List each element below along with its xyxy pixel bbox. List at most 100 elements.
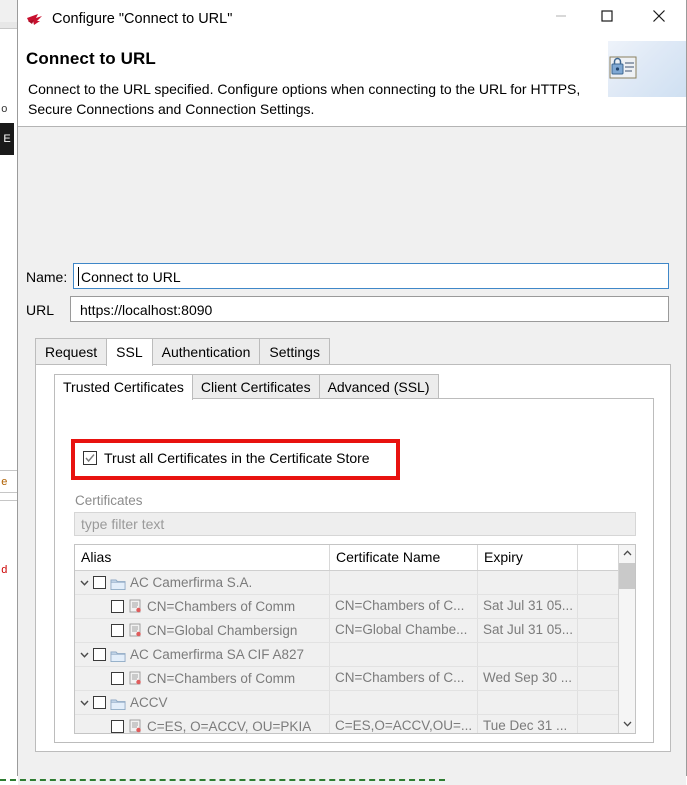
column-header-expiry[interactable]: Expiry <box>478 545 578 570</box>
cell-certificate-name: CN=Global Chambe... <box>330 619 478 642</box>
row-checkbox[interactable] <box>111 624 124 637</box>
trust-all-checkbox[interactable] <box>83 451 97 465</box>
cell-certificate-name: CN=Chambers of C... <box>330 595 478 618</box>
tab-request[interactable]: Request <box>35 338 108 365</box>
cell-alias: CN=Chambers of Comm <box>75 595 330 618</box>
certificates-vertical-scrollbar[interactable] <box>618 545 635 733</box>
tab-client-certificates[interactable]: Client Certificates <box>191 374 320 399</box>
text-caret <box>78 267 79 286</box>
name-input-value: Connect to URL <box>81 269 181 285</box>
maximize-button[interactable] <box>584 0 630 32</box>
expand-collapse-icon[interactable] <box>75 692 93 714</box>
table-row[interactable]: AC Camerfirma SA CIF A827 <box>75 643 635 667</box>
cell-spacer <box>578 667 620 690</box>
tab-ssl[interactable]: SSL <box>106 338 153 366</box>
cell-expiry: Tue Dec 31 ... <box>478 715 578 733</box>
cell-alias: AC Camerfirma S.A. <box>75 571 330 594</box>
table-row[interactable]: CN=Chambers of Comm CN=Chambers of C... We… <box>75 667 635 691</box>
name-input[interactable]: Connect to URL <box>73 263 669 289</box>
row-checkbox[interactable] <box>111 672 124 685</box>
scroll-up-button[interactable] <box>619 545 635 562</box>
column-header-alias[interactable]: Alias <box>75 545 330 570</box>
background-snippet-2: d <box>1 565 8 577</box>
folder-icon <box>110 648 126 662</box>
tab-authentication[interactable]: Authentication <box>151 338 261 365</box>
cell-expiry: Sat Jul 31 05... <box>478 619 578 642</box>
close-button[interactable] <box>636 0 682 32</box>
dialog-titlebar[interactable]: Configure "Connect to URL" <box>18 0 686 41</box>
page-description: Connect to the URL specified. Configure … <box>28 81 581 117</box>
row-alias-label: ACCV <box>130 694 168 710</box>
row-checkbox[interactable] <box>111 720 124 733</box>
url-input[interactable]: https://localhost:8090 <box>70 296 669 322</box>
cell-alias: ACCV <box>75 691 330 714</box>
background-snippet-0: o <box>1 104 8 116</box>
minimize-button[interactable] <box>538 0 584 32</box>
row-alias-label: AC Camerfirma SA CIF A827 <box>130 646 305 662</box>
row-checkbox[interactable] <box>93 696 106 709</box>
table-row[interactable]: ACCV <box>75 691 635 715</box>
certificate-filter-placeholder: type filter text <box>81 516 165 532</box>
cell-alias: CN=Global Chambersign <box>75 619 330 642</box>
trusted-certificates-pane: Trust all Certificates in the Certificat… <box>54 398 654 743</box>
maximize-icon <box>601 10 613 22</box>
scrollbar-thumb[interactable] <box>619 563 635 589</box>
close-icon <box>653 10 665 22</box>
row-checkbox[interactable] <box>111 600 124 613</box>
cell-alias: AC Camerfirma SA CIF A827 <box>75 643 330 666</box>
checkmark-icon <box>85 454 95 463</box>
cell-alias: C=ES, O=ACCV, OU=PKIA <box>75 715 330 734</box>
table-row[interactable]: CN=Chambers of Comm CN=Chambers of C... Sa… <box>75 595 635 619</box>
background-marker-label: E <box>3 133 11 145</box>
cell-expiry <box>478 571 578 594</box>
row-checkbox[interactable] <box>93 576 106 589</box>
tab-advanced-ssl[interactable]: Advanced (SSL) <box>318 374 439 399</box>
certificates-table-body: AC Camerfirma S.A. CN=Chambers of Comm CN=… <box>75 571 635 734</box>
cell-certificate-name <box>330 571 478 594</box>
cell-spacer <box>578 643 620 666</box>
url-label: URL <box>26 302 55 318</box>
expand-collapse-icon[interactable] <box>75 644 93 666</box>
screen-root: E o e d Configure "Connect to URL" Conne… <box>0 0 687 785</box>
chevron-up-icon <box>623 550 631 556</box>
ssl-tab-pane: Trusted Certificates Client Certificates… <box>35 364 671 752</box>
tab-settings[interactable]: Settings <box>259 338 330 365</box>
cell-expiry <box>478 643 578 666</box>
column-header-spacer <box>578 545 620 570</box>
trust-all-row[interactable]: Trust all Certificates in the Certificat… <box>83 450 370 466</box>
certificate-icon <box>128 719 143 733</box>
certificates-table-header: Alias Certificate Name Expiry <box>75 545 635 571</box>
cell-spacer <box>578 691 620 714</box>
row-alias-label: AC Camerfirma S.A. <box>130 574 253 590</box>
cell-certificate-name <box>330 691 478 714</box>
dialog-header: Connect to URL Connect to the URL specif… <box>18 41 686 127</box>
table-row[interactable]: CN=Global Chambersign CN=Global Chambe...… <box>75 619 635 643</box>
certificates-group-label: Certificates <box>75 493 143 508</box>
row-alias-label: C=ES, O=ACCV, OU=PKIA <box>147 718 312 734</box>
configure-dialog: Configure "Connect to URL" Connect to UR… <box>17 0 687 785</box>
table-row[interactable]: C=ES, O=ACCV, OU=PKIA C=ES,O=ACCV,OU=... T… <box>75 715 635 734</box>
folder-icon <box>110 576 126 590</box>
tab-trusted-certificates[interactable]: Trusted Certificates <box>54 374 193 400</box>
page-title: Connect to URL <box>26 49 156 68</box>
inner-tab-bar: Trusted Certificates Client Certificates… <box>54 374 439 400</box>
trust-all-label: Trust all Certificates in the Certificat… <box>104 450 370 466</box>
folder-icon <box>110 651 126 662</box>
row-checkbox[interactable] <box>93 648 106 661</box>
background-snippet-1: e <box>1 477 8 489</box>
minimize-icon <box>556 15 566 17</box>
certificate-icon <box>128 599 143 614</box>
certificate-icon <box>129 671 141 685</box>
cell-spacer <box>578 619 620 642</box>
folder-icon <box>110 579 126 590</box>
certificate-filter-input[interactable]: type filter text <box>74 512 636 536</box>
scroll-down-button[interactable] <box>619 716 635 733</box>
column-header-certificate-name[interactable]: Certificate Name <box>330 545 478 570</box>
row-alias-label: CN=Chambers of Comm <box>147 598 296 614</box>
background-marker: E <box>0 123 14 155</box>
cell-certificate-name <box>330 643 478 666</box>
expand-collapse-icon[interactable] <box>75 572 93 594</box>
folder-icon <box>110 699 126 710</box>
cell-expiry: Wed Sep 30 ... <box>478 667 578 690</box>
table-row[interactable]: AC Camerfirma S.A. <box>75 571 635 595</box>
